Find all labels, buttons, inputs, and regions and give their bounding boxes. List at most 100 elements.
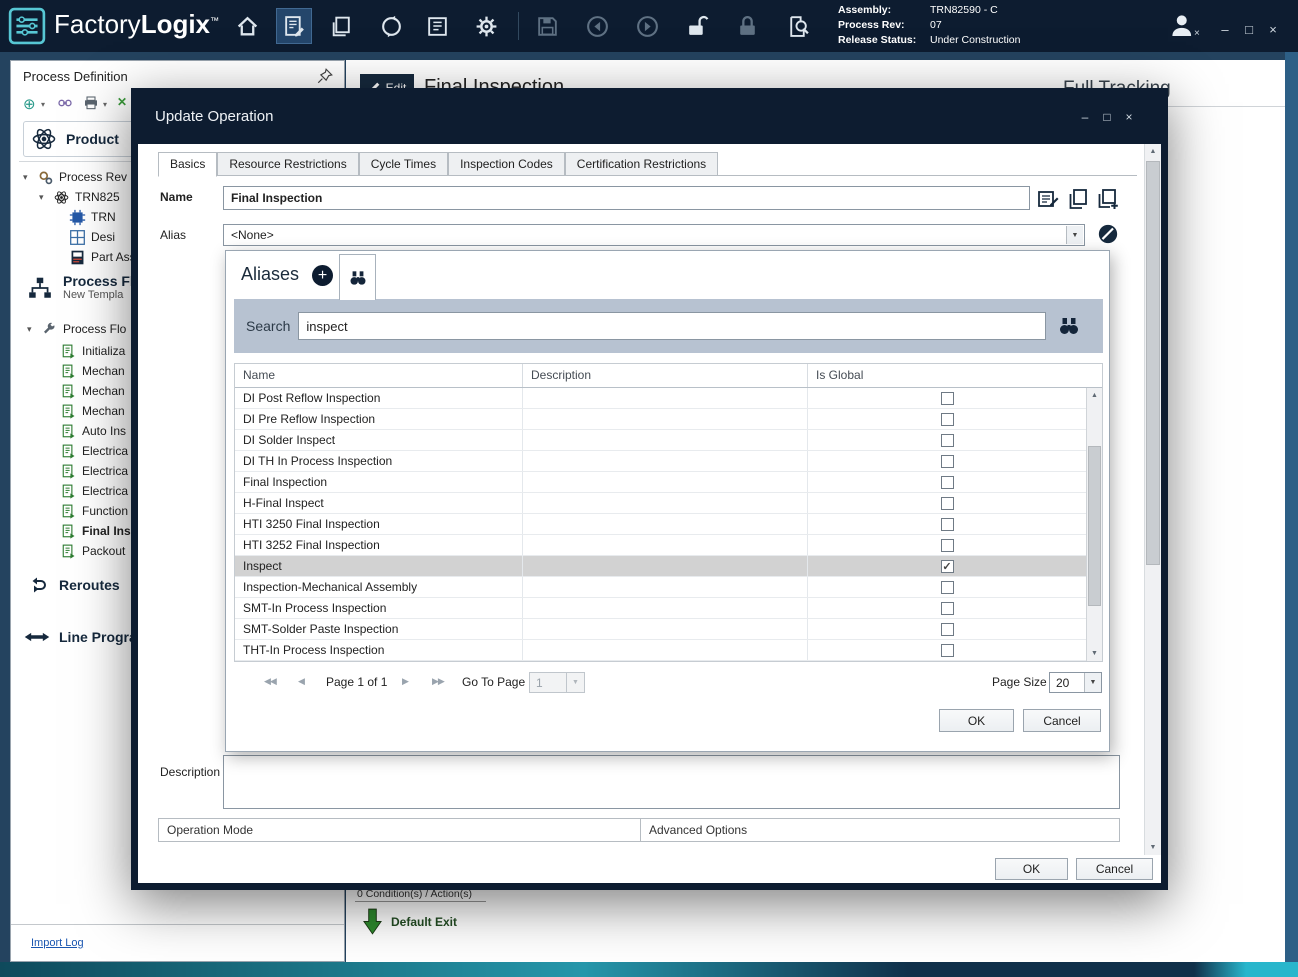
first-page-button[interactable]: ◀◀ <box>264 676 276 687</box>
go-to-page-input[interactable] <box>530 673 566 692</box>
table-row[interactable]: DI Post Reflow Inspection <box>235 388 1086 409</box>
popup-ok-button[interactable]: OK <box>939 709 1014 732</box>
add-icon[interactable]: ⊕ <box>23 95 36 113</box>
audit-search-button[interactable] <box>780 9 814 43</box>
is-global-checkbox[interactable]: ✓ <box>941 560 954 573</box>
link-icon[interactable] <box>57 95 73 116</box>
alias-description-cell <box>523 472 808 492</box>
sync-button[interactable] <box>374 9 408 43</box>
table-row[interactable]: H-Final Inspect <box>235 493 1086 514</box>
popup-cancel-button[interactable]: Cancel <box>1023 709 1101 732</box>
is-global-checkbox[interactable] <box>941 497 954 510</box>
chevron-down-icon[interactable]: ▼ <box>1084 673 1101 692</box>
search-tab[interactable] <box>339 254 376 300</box>
window-minimize-button[interactable]: – <box>1216 22 1234 37</box>
is-global-checkbox[interactable] <box>941 392 954 405</box>
add-alias-button[interactable]: + <box>312 265 333 286</box>
page-size-combobox[interactable]: 20 ▼ <box>1049 672 1102 693</box>
default-exit[interactable]: Default Exit <box>363 908 457 935</box>
name-input[interactable] <box>223 186 1030 210</box>
description-input[interactable] <box>223 755 1120 809</box>
window-close-button[interactable]: × <box>1264 22 1282 37</box>
table-row[interactable]: SMT-In Process Inspection <box>235 598 1086 619</box>
lock-button[interactable] <box>730 9 764 43</box>
scrollbar-thumb[interactable] <box>1088 446 1101 606</box>
dialog-minimize-button[interactable]: – <box>1077 110 1093 124</box>
clear-alias-icon[interactable] <box>1097 223 1119 245</box>
is-global-checkbox[interactable] <box>941 644 954 657</box>
table-row[interactable]: Inspection-Mechanical Assembly <box>235 577 1086 598</box>
table-scrollbar[interactable]: ▲ ▼ <box>1086 388 1102 661</box>
copy-add-icon[interactable] <box>1096 187 1120 211</box>
table-row[interactable]: Final Inspection <box>235 472 1086 493</box>
table-row[interactable]: DI Solder Inspect <box>235 430 1086 451</box>
is-global-checkbox[interactable] <box>941 539 954 552</box>
table-row[interactable]: THT-In Process Inspection <box>235 640 1086 661</box>
table-row[interactable]: HTI 3250 Final Inspection <box>235 514 1086 535</box>
table-row[interactable]: SMT-Solder Paste Inspection <box>235 619 1086 640</box>
next-page-button[interactable]: ▶ <box>402 676 408 687</box>
column-header-isglobal[interactable]: Is Global <box>808 364 1102 387</box>
copy-icon[interactable] <box>1066 187 1090 211</box>
dialog-close-button[interactable]: × <box>1121 110 1137 124</box>
alias-combobox[interactable]: <None> ▼ <box>223 224 1085 246</box>
scroll-up-icon[interactable]: ▲ <box>1087 392 1102 399</box>
tab-inspection-codes[interactable]: Inspection Codes <box>448 152 565 176</box>
is-global-checkbox[interactable] <box>941 476 954 489</box>
tab-cycle-times[interactable]: Cycle Times <box>359 152 448 176</box>
reports-button[interactable] <box>420 9 454 43</box>
expand-all-icon[interactable]: ✕ <box>117 95 127 109</box>
tab-resource-restrictions[interactable]: Resource Restrictions <box>217 152 358 176</box>
table-row[interactable]: HTI 3252 Final Inspection <box>235 535 1086 556</box>
scroll-up-icon[interactable]: ▲ <box>1145 148 1161 155</box>
table-row[interactable]: DI TH In Process Inspection <box>235 451 1086 472</box>
table-row[interactable]: DI Pre Reflow Inspection <box>235 409 1086 430</box>
last-page-button[interactable]: ▶▶ <box>432 676 444 687</box>
tab-certification-restrictions[interactable]: Certification Restrictions <box>565 152 718 176</box>
printer-icon[interactable] <box>83 95 99 116</box>
chevron-down-icon[interactable]: ▼ <box>566 673 584 692</box>
dialog-title: Update Operation <box>155 108 273 125</box>
chevron-down-icon[interactable]: ▼ <box>1066 226 1083 244</box>
is-global-checkbox[interactable] <box>941 518 954 531</box>
home-button[interactable] <box>230 9 264 43</box>
window-maximize-button[interactable]: □ <box>1240 22 1258 37</box>
scroll-down-icon[interactable]: ▼ <box>1087 650 1102 657</box>
tab-basics[interactable]: Basics <box>158 152 217 177</box>
is-global-checkbox[interactable] <box>941 455 954 468</box>
ok-button[interactable]: OK <box>995 858 1068 880</box>
dialog-maximize-button[interactable]: □ <box>1099 110 1115 124</box>
atom-icon <box>53 189 70 206</box>
is-global-checkbox[interactable] <box>941 413 954 426</box>
search-binoculars-icon[interactable] <box>1057 314 1081 338</box>
dialog-scrollbar[interactable]: ▲ ▼ <box>1144 144 1161 855</box>
settings-button[interactable] <box>469 9 503 43</box>
previous-page-button[interactable]: ◀ <box>298 676 304 687</box>
cancel-button[interactable]: Cancel <box>1076 858 1153 880</box>
back-button[interactable] <box>580 9 614 43</box>
expander-icon[interactable]: ▾ <box>27 324 41 335</box>
pin-icon[interactable] <box>316 67 334 85</box>
add-caret-icon[interactable]: ▾ <box>41 100 45 109</box>
table-row[interactable]: Inspect✓ <box>235 556 1086 577</box>
rename-icon[interactable] <box>1036 187 1060 211</box>
unlock-button[interactable] <box>680 9 714 43</box>
column-header-description[interactable]: Description <box>523 364 808 387</box>
process-definition-button[interactable] <box>277 9 311 43</box>
forward-button[interactable] <box>630 9 664 43</box>
scrollbar-thumb[interactable] <box>1146 161 1160 565</box>
templates-button[interactable] <box>324 9 358 43</box>
is-global-checkbox[interactable] <box>941 434 954 447</box>
is-global-checkbox[interactable] <box>941 581 954 594</box>
save-button[interactable] <box>530 9 564 43</box>
expander-icon[interactable]: ▾ <box>39 192 53 203</box>
print-caret-icon[interactable]: ▾ <box>103 100 107 109</box>
search-input[interactable] <box>298 312 1046 340</box>
scroll-down-icon[interactable]: ▼ <box>1145 844 1161 851</box>
is-global-checkbox[interactable] <box>941 623 954 636</box>
column-header-name[interactable]: Name <box>235 364 523 387</box>
import-log-link[interactable]: Import Log <box>31 937 84 949</box>
logout-x-icon[interactable]: × <box>1194 28 1200 39</box>
expander-icon[interactable]: ▾ <box>23 172 37 183</box>
is-global-checkbox[interactable] <box>941 602 954 615</box>
